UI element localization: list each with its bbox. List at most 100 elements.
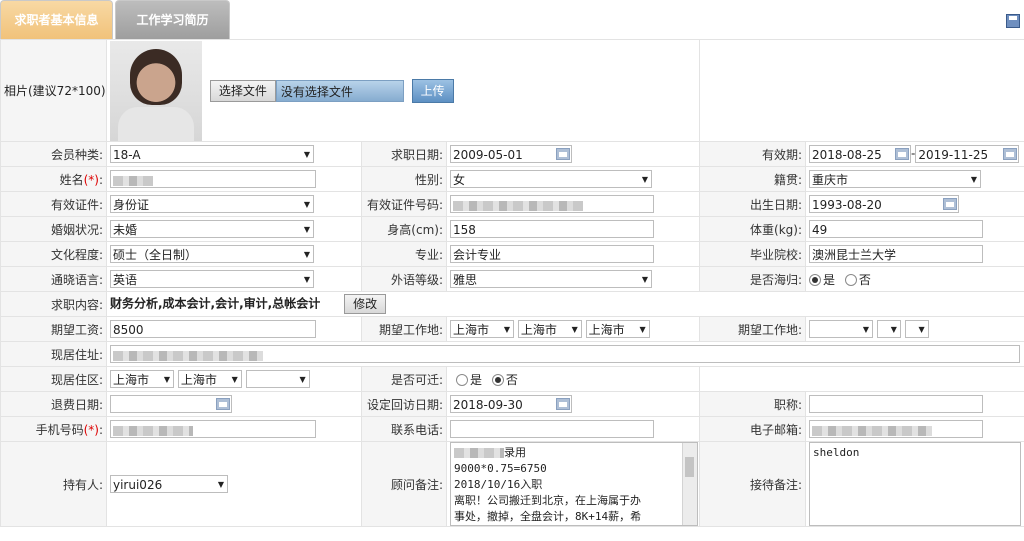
expected-location-province-select[interactable]: 上海市 ▼ bbox=[450, 320, 514, 338]
overseas-yes-label: 是 bbox=[823, 272, 836, 287]
current-address-field[interactable] bbox=[110, 345, 1020, 363]
member-type-select[interactable]: 18-A ▼ bbox=[110, 145, 314, 163]
applicant-photo bbox=[110, 40, 202, 141]
expected-location-2-city-select[interactable]: ▼ bbox=[876, 320, 901, 338]
email-label: 电子邮箱: bbox=[699, 416, 807, 442]
language-select[interactable]: 英语 ▼ bbox=[110, 270, 314, 288]
expected-salary-field[interactable]: 8500 bbox=[110, 320, 316, 338]
reception-notes-label: 接待备注: bbox=[699, 441, 807, 527]
expected-location-label: 期望工作地: bbox=[361, 316, 447, 342]
modify-button[interactable]: 修改 bbox=[344, 294, 387, 314]
current-area-district-select[interactable]: ▼ bbox=[245, 370, 310, 388]
save-icon[interactable] bbox=[1006, 14, 1020, 28]
expected-location-2-label: 期望工作地: bbox=[699, 316, 807, 342]
apply-date-field[interactable]: 2009-05-01 bbox=[450, 145, 572, 163]
relocate-label: 是否可迁: bbox=[361, 366, 447, 392]
mobile-field[interactable] bbox=[110, 420, 316, 438]
valid-to-field[interactable]: 2019-11-25 bbox=[915, 145, 1020, 163]
major-field[interactable]: 会计专业 bbox=[450, 245, 654, 263]
weight-field[interactable]: 49 bbox=[809, 220, 984, 238]
job-content-value: 财务分析,成本会计,会计,审计,总帐会计 bbox=[110, 296, 321, 311]
school-field[interactable]: 澳洲昆士兰大学 bbox=[809, 245, 984, 263]
email-field[interactable] bbox=[809, 420, 984, 438]
birth-date-field[interactable]: 1993-08-20 bbox=[809, 195, 960, 213]
expected-location-city-select[interactable]: 上海市 ▼ bbox=[517, 320, 582, 338]
native-place-select[interactable]: 重庆市 ▼ bbox=[809, 170, 982, 188]
relocate-yes-radio[interactable] bbox=[456, 374, 468, 386]
relocate-yes-label: 是 bbox=[470, 372, 483, 387]
valid-from-field[interactable]: 2018-08-25 bbox=[809, 145, 912, 163]
calendar-icon[interactable] bbox=[216, 398, 230, 410]
marital-status-label: 婚姻状况: bbox=[0, 216, 107, 242]
current-area-province-select[interactable]: 上海市 ▼ bbox=[110, 370, 174, 388]
file-status: 没有选择文件 bbox=[275, 79, 404, 102]
height-field[interactable]: 158 bbox=[450, 220, 654, 238]
relocate-no-radio[interactable] bbox=[491, 374, 504, 386]
overseas-return-radios: 是 否 bbox=[805, 266, 1024, 292]
current-area-city-select[interactable]: 上海市 ▼ bbox=[177, 370, 242, 388]
reception-notes-textarea[interactable]: sheldon bbox=[809, 442, 1022, 526]
phone-label: 联系电话: bbox=[361, 416, 447, 442]
advisor-notes-textarea[interactable]: 录用 9000*0.75=6750 2018/10/16入职 离职！公司搬迁到北… bbox=[450, 442, 698, 526]
height-label: 身高(cm): bbox=[361, 216, 447, 242]
job-content-label: 求职内容: bbox=[0, 291, 107, 317]
current-address-label: 现居住址: bbox=[0, 341, 107, 367]
job-title-field[interactable] bbox=[809, 395, 984, 413]
gender-label: 性别: bbox=[361, 166, 447, 192]
apply-date-label: 求职日期: bbox=[361, 141, 447, 167]
calendar-icon[interactable] bbox=[556, 398, 570, 410]
id-number-field[interactable] bbox=[450, 195, 654, 213]
overseas-no-radio[interactable] bbox=[844, 274, 857, 286]
language-level-select[interactable]: 雅思 ▼ bbox=[450, 270, 652, 288]
current-area-label: 现居住区: bbox=[0, 366, 107, 392]
weight-label: 体重(kg): bbox=[699, 216, 807, 242]
tab-work-study-resume[interactable]: 工作学习简历 bbox=[115, 0, 230, 39]
calendar-icon[interactable] bbox=[943, 198, 958, 210]
overseas-yes-radio[interactable] bbox=[809, 274, 822, 286]
native-place-label: 籍贯: bbox=[699, 166, 807, 192]
choose-file-button[interactable]: 选择文件 bbox=[209, 79, 276, 102]
advisor-notes-label: 顾问备注: bbox=[361, 441, 447, 527]
id-type-select[interactable]: 身份证 ▼ bbox=[110, 195, 314, 213]
tab-bar: 求职者基本信息 工作学习简历 bbox=[0, 0, 1024, 40]
birth-date-label: 出生日期: bbox=[699, 191, 807, 217]
school-label: 毕业院校: bbox=[699, 241, 807, 267]
holder-label: 持有人: bbox=[0, 441, 107, 527]
marital-status-select[interactable]: 未婚 ▼ bbox=[110, 220, 314, 238]
tab-basic-info[interactable]: 求职者基本信息 bbox=[0, 0, 113, 39]
expected-salary-label: 期望工资: bbox=[0, 316, 107, 342]
photo-label: 相片(建议72*100): bbox=[0, 39, 107, 142]
calendar-icon[interactable] bbox=[895, 148, 910, 160]
calendar-icon[interactable] bbox=[556, 148, 570, 160]
calendar-icon[interactable] bbox=[1003, 148, 1018, 160]
gender-select[interactable]: 女 ▼ bbox=[450, 170, 652, 188]
name-label: 姓名(*): bbox=[0, 166, 107, 192]
phone-field[interactable] bbox=[450, 420, 654, 438]
id-type-label: 有效证件: bbox=[0, 191, 107, 217]
major-label: 专业: bbox=[361, 241, 447, 267]
name-field[interactable] bbox=[110, 170, 316, 188]
language-level-label: 外语等级: bbox=[361, 266, 447, 292]
expected-location-2-province-select[interactable]: ▼ bbox=[809, 320, 874, 338]
holder-select[interactable]: yirui026 ▼ bbox=[110, 475, 228, 493]
overseas-return-label: 是否海归: bbox=[699, 266, 807, 292]
id-number-label: 有效证件号码: bbox=[361, 191, 447, 217]
expected-location-2-district-select[interactable]: ▼ bbox=[904, 320, 929, 338]
member-type-label: 会员种类: bbox=[0, 141, 107, 167]
refund-date-field[interactable] bbox=[110, 395, 232, 413]
callback-date-label: 设定回访日期: bbox=[361, 391, 447, 417]
upload-button[interactable]: 上传 bbox=[411, 78, 454, 103]
language-label: 通晓语言: bbox=[0, 266, 107, 292]
valid-period-label: 有效期: bbox=[699, 141, 807, 167]
education-label: 文化程度: bbox=[0, 241, 107, 267]
mobile-label: 手机号码(*): bbox=[0, 416, 107, 442]
job-title-label: 职称: bbox=[699, 391, 807, 417]
relocate-no-label: 否 bbox=[505, 372, 518, 387]
overseas-no-label: 否 bbox=[858, 272, 871, 287]
education-select[interactable]: 硕士（全日制） ▼ bbox=[110, 245, 314, 263]
advisor-notes-scrollbar[interactable] bbox=[682, 443, 697, 525]
expected-location-district-select[interactable]: 上海市 ▼ bbox=[585, 320, 650, 338]
callback-date-field[interactable]: 2018-09-30 bbox=[450, 395, 572, 413]
refund-date-label: 退费日期: bbox=[0, 391, 107, 417]
relocate-radios: 是 否 bbox=[445, 366, 701, 392]
